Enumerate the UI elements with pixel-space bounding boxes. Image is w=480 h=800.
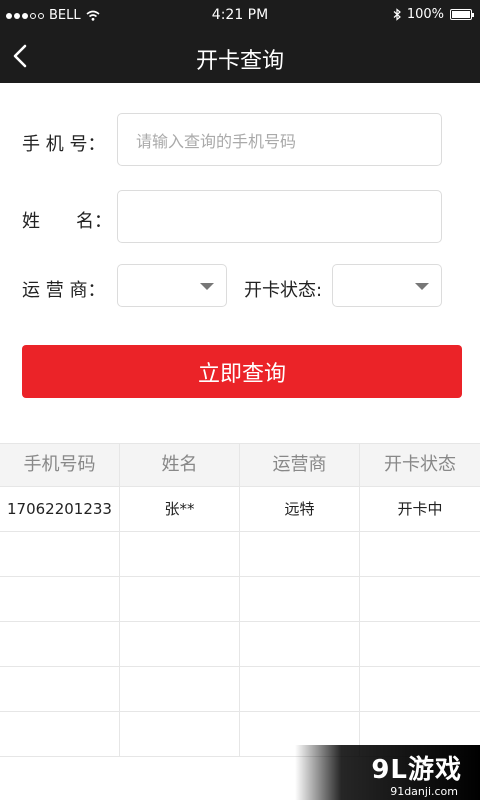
query-form: 手 机 号： 请输入查询的手机号码 姓 名： 运 营 商： 开卡状态: 立即查询 <box>0 83 480 443</box>
table-cell <box>0 667 120 711</box>
table-cell <box>120 532 240 576</box>
table-cell <box>120 712 240 756</box>
table-cell <box>240 667 360 711</box>
table-cell <box>0 532 120 576</box>
phone-input[interactable]: 请输入查询的手机号码 <box>117 113 442 166</box>
name-input[interactable] <box>117 190 442 243</box>
carrier-label: 运 营 商： <box>22 280 106 301</box>
table-cell: 17062201233 <box>0 487 120 531</box>
table-row <box>0 532 480 577</box>
table-row: 17062201233 张** 远特 开卡中 <box>0 487 480 532</box>
bluetooth-icon <box>393 8 401 21</box>
name-label: 姓 名： <box>22 211 112 232</box>
card-status-select[interactable] <box>332 264 442 307</box>
table-cell <box>360 667 480 711</box>
table-cell <box>120 577 240 621</box>
status-right: 100% <box>393 7 474 22</box>
table-row <box>0 622 480 667</box>
navigation-bar: 开卡查询 <box>0 30 480 83</box>
table-cell <box>360 622 480 666</box>
table-cell <box>120 622 240 666</box>
table-cell <box>360 577 480 621</box>
table-body: 17062201233 张** 远特 开卡中 <box>0 487 480 757</box>
table-cell <box>240 622 360 666</box>
caret-down-icon <box>200 283 214 290</box>
table-cell <box>240 532 360 576</box>
battery-icon <box>450 9 474 20</box>
column-header-phone: 手机号码 <box>0 444 120 486</box>
results-table: 手机号码 姓名 运营商 开卡状态 17062201233 张** 远特 开卡中 <box>0 443 480 757</box>
card-status-label: 开卡状态: <box>244 280 323 301</box>
table-cell <box>0 622 120 666</box>
status-bar: BELL 4:21 PM 100% <box>0 0 480 30</box>
watermark-logo: 9L游戏 <box>371 755 462 785</box>
table-cell <box>360 532 480 576</box>
table-row <box>0 577 480 622</box>
column-header-carrier: 运营商 <box>240 444 360 486</box>
query-button[interactable]: 立即查询 <box>22 345 462 398</box>
table-cell <box>0 577 120 621</box>
battery-percent: 100% <box>406 7 444 22</box>
watermark-url: 91danji.com <box>390 785 458 798</box>
phone-input-placeholder: 请输入查询的手机号码 <box>136 131 297 151</box>
carrier-select[interactable] <box>117 264 227 307</box>
caret-down-icon <box>415 283 429 290</box>
column-header-name: 姓名 <box>120 444 240 486</box>
table-cell <box>120 667 240 711</box>
phone-label: 手 机 号： <box>22 134 106 155</box>
table-row <box>0 667 480 712</box>
table-cell: 张** <box>120 487 240 531</box>
table-cell: 开卡中 <box>397 500 443 518</box>
watermark: 9L游戏 91danji.com <box>295 745 480 800</box>
table-cell <box>240 577 360 621</box>
table-header: 手机号码 姓名 运营商 开卡状态 <box>0 443 480 487</box>
page-title: 开卡查询 <box>195 49 284 74</box>
column-header-status: 开卡状态 <box>384 454 456 475</box>
table-cell <box>0 712 120 756</box>
table-cell: 远特 <box>240 487 360 531</box>
